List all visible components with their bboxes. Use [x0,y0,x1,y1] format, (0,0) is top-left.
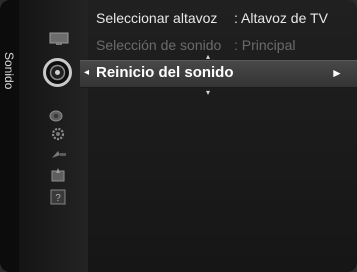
category-sidebar: Sonido [0,0,19,272]
submenu-arrow-icon[interactable]: ► [331,66,343,80]
svg-text:?: ? [55,193,61,204]
support-icon[interactable]: ? [50,189,66,205]
menu-item-sound-select-label: Selección de sonido [96,37,222,53]
channel-icon[interactable] [49,109,63,123]
menu-item-sound-select-value: : Principal [234,37,296,53]
picture-icon[interactable] [49,32,69,46]
menu-item-sound-reset[interactable]: Reinicio del sonido [96,64,234,81]
tv-menu-window: Sonido ? Seleccionar altavoz : Altavoz d… [0,0,357,272]
input-icon[interactable] [50,148,68,162]
selection-left-arrow-icon: ◂ [84,67,90,78]
menu-item-speaker-select-label[interactable]: Seleccionar altavoz [96,10,217,26]
sound-icon[interactable] [42,57,73,88]
scroll-down-indicator: ▾ [206,88,211,97]
menu-item-speaker-select-value: : Altavoz de TV [234,10,328,26]
application-icon[interactable] [51,167,65,183]
category-title: Sonido [2,52,16,90]
setup-icon[interactable] [50,126,66,142]
